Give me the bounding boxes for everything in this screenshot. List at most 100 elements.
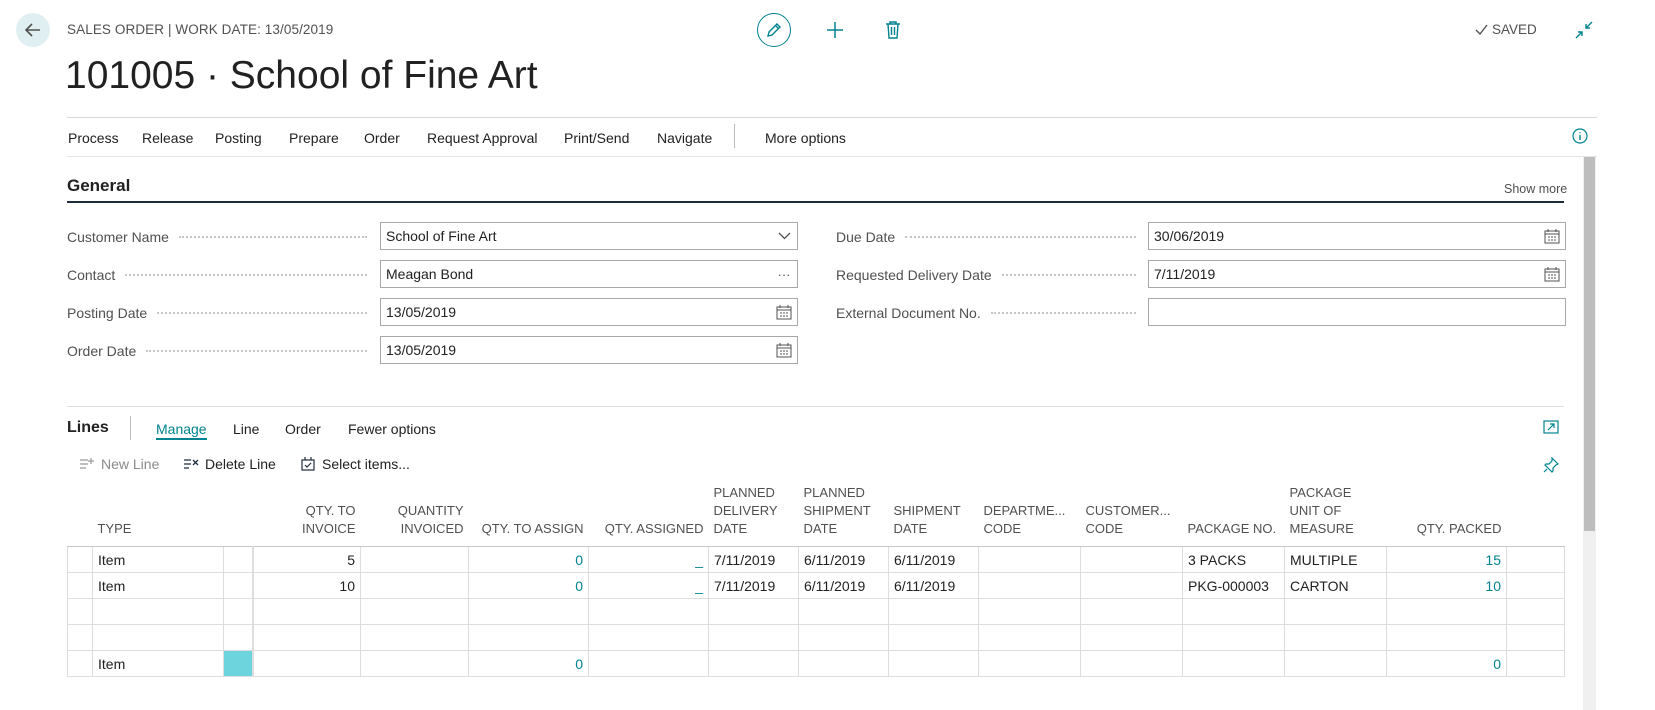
scrollbar-thumb[interactable] <box>1584 157 1595 531</box>
action-navigate[interactable]: Navigate <box>657 130 712 146</box>
cell-planned-shipment-date[interactable] <box>798 650 889 677</box>
edit-button[interactable] <box>757 13 791 47</box>
cell-indicator-selected[interactable] <box>223 650 253 677</box>
action-release[interactable]: Release <box>142 130 193 146</box>
cell-type[interactable] <box>92 624 224 651</box>
cell-qty-packed[interactable]: 10 <box>1386 572 1507 599</box>
cell-package-uom[interactable] <box>1284 650 1387 677</box>
open-in-new-button[interactable] <box>1543 419 1559 435</box>
col-qty-to-assign[interactable]: QTY. TO ASSIGN <box>468 484 589 547</box>
cell-customer-code[interactable] <box>1080 572 1183 599</box>
calendar-icon[interactable] <box>1544 266 1560 282</box>
table-row[interactable]: Item 5 0 _ 7/11/2019 6/11/2019 6/11/2019… <box>67 546 1565 573</box>
cell-qty-to-invoice[interactable]: 5 <box>251 546 361 573</box>
cell-package-uom[interactable]: MULTIPLE <box>1284 546 1387 573</box>
order-date-field[interactable]: 13/05/2019 <box>380 336 798 364</box>
action-print-send[interactable]: Print/Send <box>564 130 629 146</box>
cell-type[interactable]: Item <box>92 650 224 677</box>
cell-type[interactable] <box>92 598 224 625</box>
col-type[interactable]: TYPE <box>92 484 224 547</box>
cell-qty-assigned[interactable] <box>588 598 709 625</box>
tab-manage[interactable]: Manage <box>156 421 207 440</box>
cell-qty-to-invoice[interactable] <box>251 624 361 651</box>
cell-department-code[interactable] <box>978 598 1081 625</box>
col-qty-assigned[interactable]: QTY. ASSIGNED <box>588 484 709 547</box>
more-options-button[interactable]: More options <box>765 130 846 146</box>
cell-qty-to-assign[interactable]: 0 <box>468 650 589 677</box>
cell-customer-code[interactable] <box>1080 650 1183 677</box>
cell-shipment-date[interactable]: 6/11/2019 <box>888 572 979 599</box>
action-request-approval[interactable]: Request Approval <box>427 130 538 146</box>
calendar-icon[interactable] <box>1544 228 1560 244</box>
cell-planned-shipment-date[interactable]: 6/11/2019 <box>798 572 889 599</box>
cell-planned-delivery-date[interactable] <box>708 650 799 677</box>
delete-line-button[interactable]: Delete Line <box>183 456 276 472</box>
table-row[interactable] <box>67 624 1565 651</box>
cell-qty-assigned[interactable]: _ <box>588 546 709 573</box>
cell-customer-code[interactable] <box>1080 546 1183 573</box>
cell-qty-packed[interactable]: 0 <box>1386 650 1507 677</box>
action-process[interactable]: Process <box>68 130 119 146</box>
cell-department-code[interactable] <box>978 572 1081 599</box>
select-items-button[interactable]: Select items... <box>301 456 410 472</box>
collapse-button[interactable] <box>1572 18 1596 42</box>
delete-button[interactable] <box>878 14 908 46</box>
cell-qty-to-assign[interactable]: 0 <box>468 572 589 599</box>
cell-planned-shipment-date[interactable]: 6/11/2019 <box>798 546 889 573</box>
col-customer-code[interactable]: CUSTOMER... CODE <box>1080 484 1183 547</box>
row-select-cell[interactable] <box>67 598 93 625</box>
cell-planned-delivery-date[interactable] <box>708 624 799 651</box>
row-select-cell[interactable] <box>67 624 93 651</box>
col-shipment-date[interactable]: SHIPMENT DATE <box>888 484 979 547</box>
cell-customer-code[interactable] <box>1080 624 1183 651</box>
col-department-code[interactable]: DEPARTME... CODE <box>978 484 1081 547</box>
new-line-button[interactable]: New Line <box>79 456 159 472</box>
cell-shipment-date[interactable] <box>888 598 979 625</box>
table-row[interactable] <box>67 598 1565 625</box>
contact-field[interactable]: Meagan Bond ··· <box>380 260 798 288</box>
cell-package-no[interactable] <box>1182 650 1285 677</box>
cell-qty-to-assign[interactable] <box>468 598 589 625</box>
col-package-uom[interactable]: PACKAGE UNIT OF MEASURE <box>1284 484 1387 547</box>
cell-package-no[interactable]: PKG-000003 <box>1182 572 1285 599</box>
back-button[interactable] <box>16 13 50 47</box>
posting-date-field[interactable]: 13/05/2019 <box>380 298 798 326</box>
cell-qty-assigned[interactable] <box>588 650 709 677</box>
cell-planned-shipment-date[interactable] <box>798 598 889 625</box>
cell-qty-packed[interactable] <box>1386 598 1507 625</box>
show-more-link[interactable]: Show more <box>1504 182 1567 196</box>
cell-planned-delivery-date[interactable] <box>708 598 799 625</box>
cell-shipment-date[interactable] <box>888 624 979 651</box>
cell-department-code[interactable] <box>978 650 1081 677</box>
ellipsis-icon[interactable]: ··· <box>776 266 792 282</box>
row-select-cell[interactable] <box>67 572 93 599</box>
chevron-down-icon[interactable] <box>776 228 792 244</box>
cell-package-uom[interactable] <box>1284 624 1387 651</box>
due-date-field[interactable]: 30/06/2019 <box>1148 222 1566 250</box>
cell-package-no[interactable] <box>1182 624 1285 651</box>
cell-qty-packed[interactable] <box>1386 624 1507 651</box>
cell-planned-delivery-date[interactable]: 7/11/2019 <box>708 572 799 599</box>
calendar-icon[interactable] <box>776 304 792 320</box>
info-button[interactable] <box>1572 128 1588 144</box>
cell-shipment-date[interactable] <box>888 650 979 677</box>
cell-type[interactable]: Item <box>92 546 224 573</box>
cell-qty-to-assign[interactable]: 0 <box>468 546 589 573</box>
table-row[interactable]: Item 0 0 <box>67 650 1565 677</box>
calendar-icon[interactable] <box>776 342 792 358</box>
cell-qty-to-assign[interactable] <box>468 624 589 651</box>
tab-line[interactable]: Line <box>233 421 259 437</box>
col-quantity-invoiced[interactable]: QUANTITY INVOICED <box>360 484 469 547</box>
cell-package-no[interactable] <box>1182 598 1285 625</box>
col-planned-shipment-date[interactable]: PLANNED SHIPMENT DATE <box>798 484 889 547</box>
cell-qty-to-invoice[interactable] <box>251 650 361 677</box>
table-row[interactable]: Item 10 0 _ 7/11/2019 6/11/2019 6/11/201… <box>67 572 1565 599</box>
lines-section-title[interactable]: Lines <box>67 419 109 437</box>
new-button[interactable] <box>820 14 850 46</box>
cell-type[interactable]: Item <box>92 572 224 599</box>
col-qty-packed[interactable]: QTY. PACKED <box>1386 484 1507 547</box>
col-qty-to-invoice[interactable]: QTY. TO INVOICE <box>252 484 361 547</box>
cell-qty-assigned[interactable] <box>588 624 709 651</box>
general-section-title[interactable]: General <box>67 176 130 196</box>
cell-department-code[interactable] <box>978 546 1081 573</box>
